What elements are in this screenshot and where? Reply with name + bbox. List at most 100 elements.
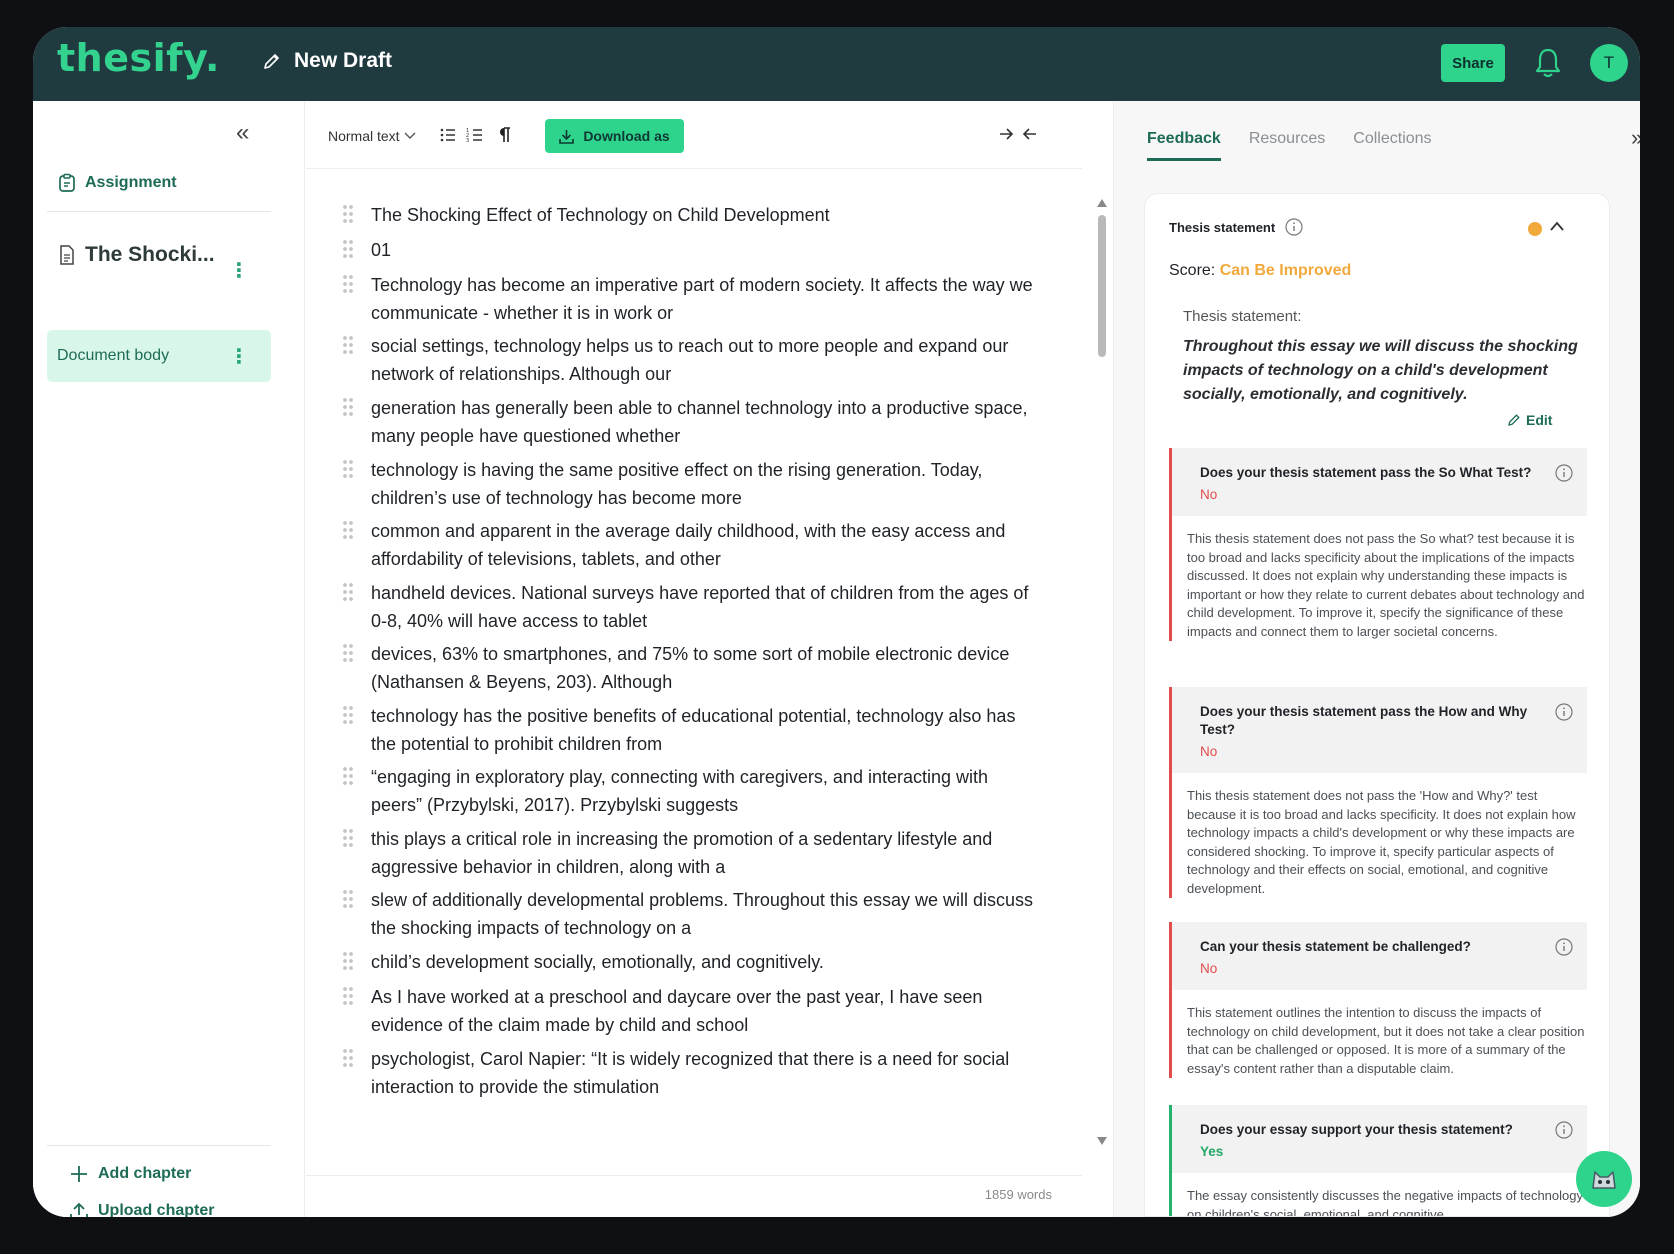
svg-text:3: 3	[466, 138, 469, 144]
drag-handle-icon[interactable]	[342, 643, 354, 663]
status-dot	[1528, 222, 1542, 236]
paragraph-text: social settings, technology helps us to …	[371, 336, 1009, 384]
question-explanation: The essay consistently discusses the neg…	[1187, 1188, 1583, 1217]
drag-handle-icon[interactable]	[342, 274, 354, 294]
document-content[interactable]: The Shocking Effect of Technology on Chi…	[306, 201, 1046, 1201]
assignment-link[interactable]: Assignment	[57, 173, 177, 193]
editor: Normal text 123 Download as The Shocking…	[306, 101, 1082, 1217]
question-block: Can your thesis statement be challenged?…	[1169, 922, 1587, 1078]
upload-chapter-button[interactable]: Upload chapter	[69, 1201, 214, 1217]
paragraph-text: “engaging in exploratory play, connectin…	[371, 767, 989, 815]
editor-footer: 1859 words	[306, 1175, 1082, 1217]
document-body-menu-icon[interactable]: ⋮	[229, 347, 249, 367]
drag-handle-icon[interactable]	[342, 951, 354, 971]
question-explanation: This thesis statement does not pass the …	[1187, 788, 1576, 896]
draft-title-text: New Draft	[294, 49, 393, 72]
thesis-text: Throughout this essay we will discuss th…	[1183, 338, 1578, 403]
numbered-list-icon[interactable]: 123	[466, 126, 484, 144]
drag-handle-icon[interactable]	[342, 204, 354, 224]
add-chapter-button[interactable]: Add chapter	[69, 1164, 191, 1184]
logo[interactable]: thesify.	[57, 36, 220, 80]
paragraph-text: handheld devices. National surveys have …	[371, 583, 1029, 631]
download-as-button[interactable]: Download as	[545, 119, 684, 153]
drag-handle-icon[interactable]	[342, 986, 354, 1006]
drag-handle-icon[interactable]	[342, 1048, 354, 1068]
question-block: Does your thesis statement pass the So W…	[1169, 448, 1587, 641]
tab-resources[interactable]: Resources	[1249, 130, 1325, 161]
text-style-select[interactable]: Normal text	[328, 128, 416, 144]
question-header: Does your essay support your thesis stat…	[1172, 1105, 1587, 1173]
drag-handle-icon[interactable]	[342, 828, 354, 848]
bullet-list-icon[interactable]	[439, 126, 457, 144]
question-answer: Yes	[1200, 1144, 1224, 1159]
info-icon[interactable]	[1555, 464, 1573, 482]
document-body-label: Document body	[57, 347, 170, 364]
drag-handle-icon[interactable]	[342, 335, 354, 355]
document-icon	[60, 245, 74, 265]
paragraph-text: technology is having the same positive e…	[371, 460, 983, 508]
text-style-value: Normal text	[328, 128, 400, 144]
question-block: Does your essay support your thesis stat…	[1169, 1105, 1587, 1217]
info-icon[interactable]	[1285, 218, 1303, 236]
question-explanation: This statement outlines the intention to…	[1187, 1005, 1585, 1076]
drag-handle-icon[interactable]	[342, 582, 354, 602]
drag-handle-icon[interactable]	[342, 459, 354, 479]
draft-title[interactable]: New Draft	[262, 49, 392, 73]
paragraph-text: this plays a critical role in increasing…	[371, 829, 993, 877]
paragraph-text: common and apparent in the average daily…	[371, 521, 1006, 569]
chevron-down-icon	[404, 132, 416, 139]
question-answer: No	[1200, 961, 1218, 976]
question-answer: No	[1200, 487, 1218, 502]
tab-collections[interactable]: Collections	[1353, 130, 1431, 161]
clipboard-icon	[59, 173, 75, 192]
info-icon[interactable]	[1555, 1121, 1573, 1139]
download-as-label: Download as	[583, 128, 670, 144]
info-icon[interactable]	[1555, 703, 1573, 721]
drag-handle-icon[interactable]	[342, 889, 354, 909]
paragraph-text: Technology has become an imperative part…	[371, 275, 1033, 323]
question-header: Does your thesis statement pass the So W…	[1172, 448, 1587, 516]
avatar[interactable]: T	[1590, 44, 1628, 82]
drag-handle-icon[interactable]	[342, 397, 354, 417]
divider	[47, 211, 271, 212]
paragraph-text: As I have worked at a preschool and dayc…	[371, 987, 983, 1035]
feedback-panel: Feedback Resources Collections » Thesis …	[1113, 101, 1640, 1217]
paragraph-text: 01	[371, 240, 392, 260]
drag-handle-icon[interactable]	[342, 766, 354, 786]
thesis-section-header[interactable]: Thesis statement	[1169, 218, 1303, 236]
thesis-label: Thesis statement:	[1183, 308, 1302, 325]
collapse-sidebar-icon[interactable]: «	[236, 119, 249, 147]
question-header: Can your thesis statement be challenged?…	[1172, 922, 1587, 990]
share-button[interactable]: Share	[1441, 44, 1505, 82]
top-bar: thesify. New Draft Share T	[33, 27, 1640, 101]
paragraph-text: devices, 63% to smartphones, and 75% to …	[371, 644, 1010, 692]
chapter-menu-icon[interactable]: ⋮	[229, 261, 249, 281]
paragraph-text: psychologist, Carol Napier: “It is widel…	[371, 1049, 1010, 1097]
chapter-item[interactable]: The Shocki...	[59, 243, 215, 267]
pencil-icon	[1508, 414, 1520, 426]
edit-label: Edit	[1526, 412, 1553, 428]
chevron-up-icon[interactable]	[1549, 220, 1565, 232]
chat-bot-icon	[1592, 1171, 1616, 1189]
edit-thesis-button[interactable]: Edit	[1507, 412, 1552, 428]
collapse-panel-icon[interactable]: »	[1631, 125, 1640, 151]
drag-handle-icon[interactable]	[342, 520, 354, 540]
score: Score: Can Be Improved	[1169, 262, 1351, 280]
drag-handle-icon[interactable]	[342, 239, 354, 259]
collapse-arrows-icon[interactable]	[998, 123, 1038, 145]
paragraph-text: generation has generally been able to ch…	[371, 398, 1028, 446]
bell-icon[interactable]	[1533, 46, 1563, 80]
pilcrow-icon[interactable]	[494, 126, 512, 144]
question-title: Does your thesis statement pass the So W…	[1200, 465, 1532, 480]
word-count: 1859 words	[984, 1187, 1052, 1202]
scroll-down-arrow[interactable]	[1097, 1137, 1107, 1145]
divider	[47, 1145, 271, 1146]
editor-scrollbar[interactable]	[1098, 215, 1106, 357]
drag-handle-icon[interactable]	[342, 705, 354, 725]
tab-feedback[interactable]: Feedback	[1147, 130, 1221, 161]
info-icon[interactable]	[1555, 938, 1573, 956]
paragraph-text: child’s development socially, emotionall…	[371, 952, 824, 972]
question-title: Can your thesis statement be challenged?	[1200, 939, 1471, 954]
chat-bot-button[interactable]	[1576, 1151, 1632, 1207]
scroll-up-arrow[interactable]	[1097, 199, 1107, 207]
